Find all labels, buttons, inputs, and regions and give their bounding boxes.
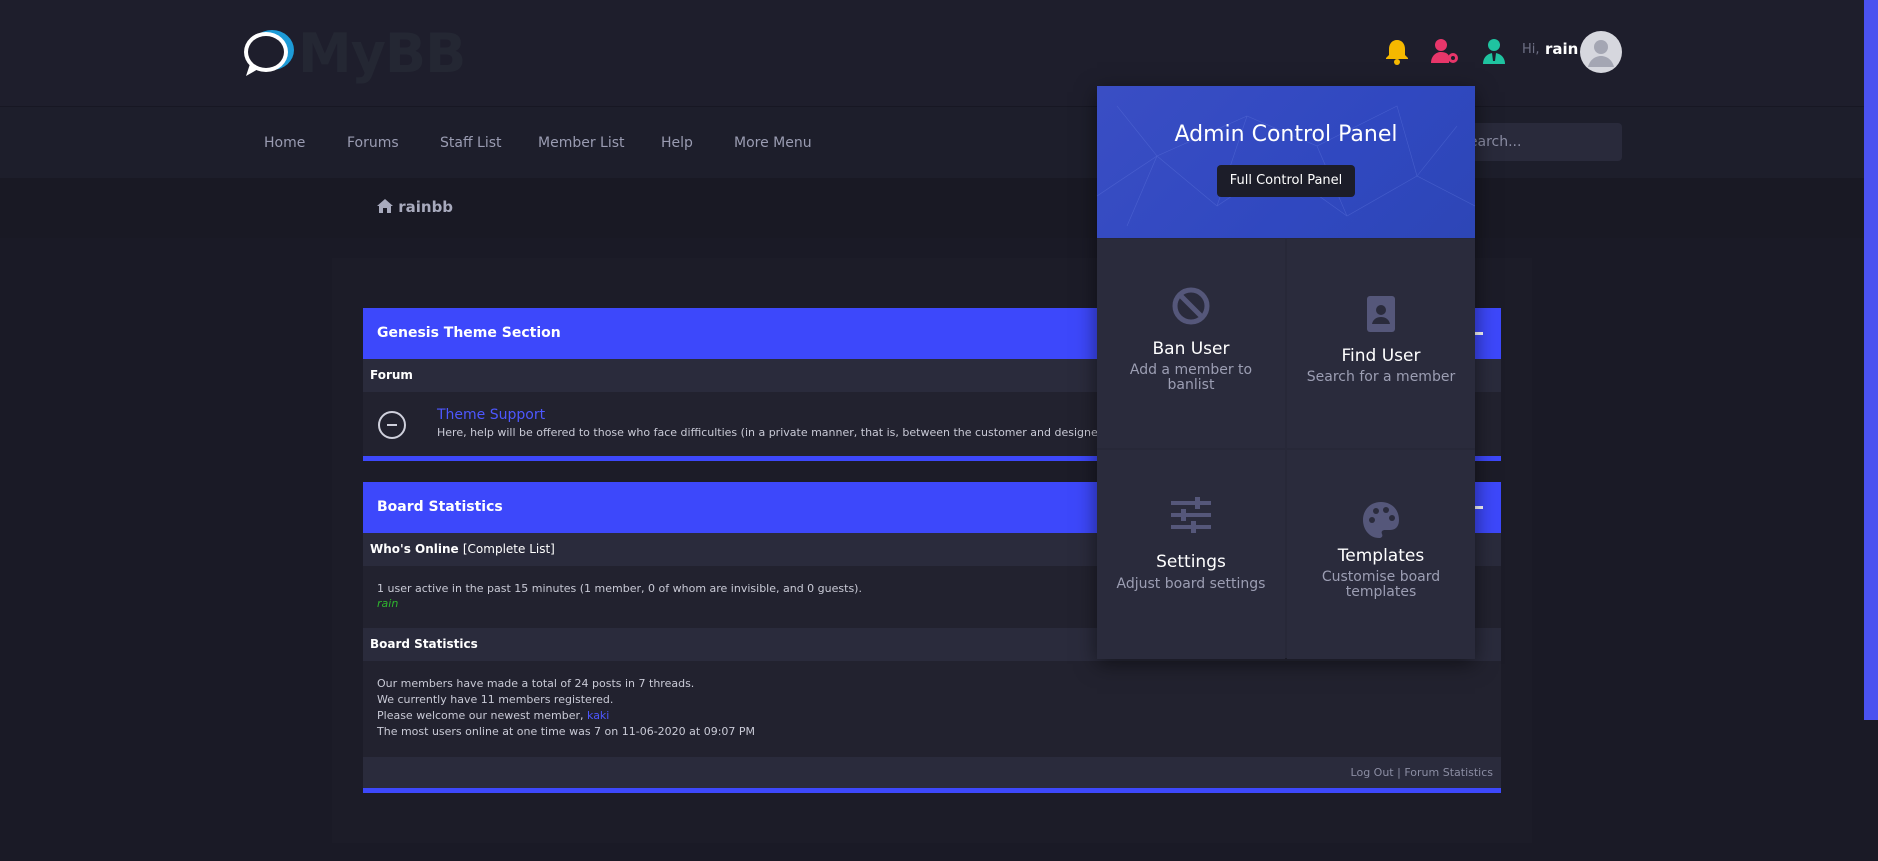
nav-home[interactable]: Home — [264, 135, 305, 151]
network-background-icon — [1097, 105, 1475, 227]
acp-tile-title: Templates — [1337, 546, 1425, 566]
acp-tile-settings[interactable]: Settings Adjust board settings — [1097, 450, 1285, 659]
breadcrumb-bar — [0, 178, 1878, 238]
breadcrumb[interactable]: rainbb — [377, 198, 453, 216]
record-online-stat: The most users online at one time was 7 … — [377, 725, 756, 738]
online-user-link[interactable]: rain — [377, 597, 862, 610]
nav-help[interactable]: Help — [661, 135, 693, 151]
forum-status-icon — [378, 411, 406, 439]
complete-list-link[interactable]: [Complete List] — [463, 542, 555, 556]
user-tie-icon[interactable] — [1479, 36, 1509, 66]
admin-control-panel-dropdown: Admin Control Panel Full Control Panel B… — [1097, 86, 1475, 659]
nav-staff-list[interactable]: Staff List — [440, 135, 502, 151]
nav-more-menu[interactable]: More Menu — [734, 135, 812, 151]
site-logo[interactable]: MyBB — [240, 24, 466, 84]
nav-member-list[interactable]: Member List — [538, 135, 625, 151]
acp-tile-desc: Customise board templates — [1321, 569, 1441, 600]
acp-tile-desc: Add a member to banlist — [1129, 362, 1253, 393]
acp-tile-title: Settings — [1156, 552, 1226, 572]
board-stats-body: Our members have made a total of 24 post… — [363, 661, 1501, 757]
board-stats-title[interactable]: Board Statistics — [377, 482, 503, 533]
page-scrollbar[interactable] — [1864, 0, 1878, 720]
sliders-icon — [1171, 497, 1211, 533]
acp-tile-title: Ban User — [1152, 339, 1230, 359]
acp-header: Admin Control Panel Full Control Panel — [1097, 86, 1475, 238]
logo-text: MyBB — [298, 22, 466, 85]
ban-icon — [1172, 287, 1210, 325]
newest-member-link[interactable]: kaki — [587, 709, 609, 722]
stats-footer: Log Out | Forum Statistics — [363, 757, 1501, 788]
logout-link[interactable]: Log Out — [1351, 766, 1394, 779]
address-book-icon — [1367, 296, 1395, 332]
footer-separator: | — [1397, 766, 1401, 779]
palette-icon — [1363, 502, 1399, 538]
user-cog-icon[interactable] — [1430, 36, 1460, 66]
acp-tile-title: Find User — [1341, 346, 1421, 366]
welcome-text: Please welcome our newest member, — [377, 709, 584, 722]
forum-statistics-link[interactable]: Forum Statistics — [1404, 766, 1493, 779]
online-summary: 1 user active in the past 15 minutes (1 … — [377, 582, 862, 595]
posts-stat: Our members have made a total of 24 post… — [377, 677, 695, 690]
acp-tile-templates[interactable]: Templates Customise board templates — [1287, 450, 1475, 659]
home-icon — [377, 199, 393, 213]
bell-icon[interactable] — [1382, 36, 1412, 66]
footer-links: Log Out | Forum Statistics — [1351, 757, 1493, 788]
breadcrumb-home-label: rainbb — [398, 198, 454, 216]
acp-title: Admin Control Panel — [1174, 122, 1398, 147]
search-input[interactable]: Search... — [1452, 123, 1622, 161]
acp-tile-ban-user[interactable]: Ban User Add a member to banlist — [1097, 239, 1285, 448]
acp-tile-desc: Adjust board settings — [1116, 576, 1266, 592]
username-link[interactable]: rain — [1545, 40, 1578, 58]
chat-bubbles-icon — [244, 30, 294, 76]
members-stat: We currently have 11 members registered. — [377, 693, 614, 706]
avatar[interactable] — [1580, 31, 1622, 73]
full-control-panel-button[interactable]: Full Control Panel — [1217, 165, 1355, 197]
stats-footer-bar — [363, 788, 1501, 793]
greeting-text: Hi, — [1522, 42, 1540, 57]
category-title[interactable]: Genesis Theme Section — [377, 308, 561, 359]
forum-link[interactable]: Theme Support — [437, 407, 545, 423]
acp-tile-desc: Search for a member — [1306, 369, 1456, 385]
nav-forums[interactable]: Forums — [347, 135, 399, 151]
newest-member-stat: Please welcome our newest member, kaki — [377, 708, 755, 724]
forum-description: Here, help will be offered to those who … — [437, 426, 1107, 439]
user-avatar-icon — [1588, 40, 1614, 67]
acp-tile-find-user[interactable]: Find User Search for a member — [1287, 239, 1475, 448]
whos-online-link[interactable]: Who's Online — [370, 542, 459, 556]
